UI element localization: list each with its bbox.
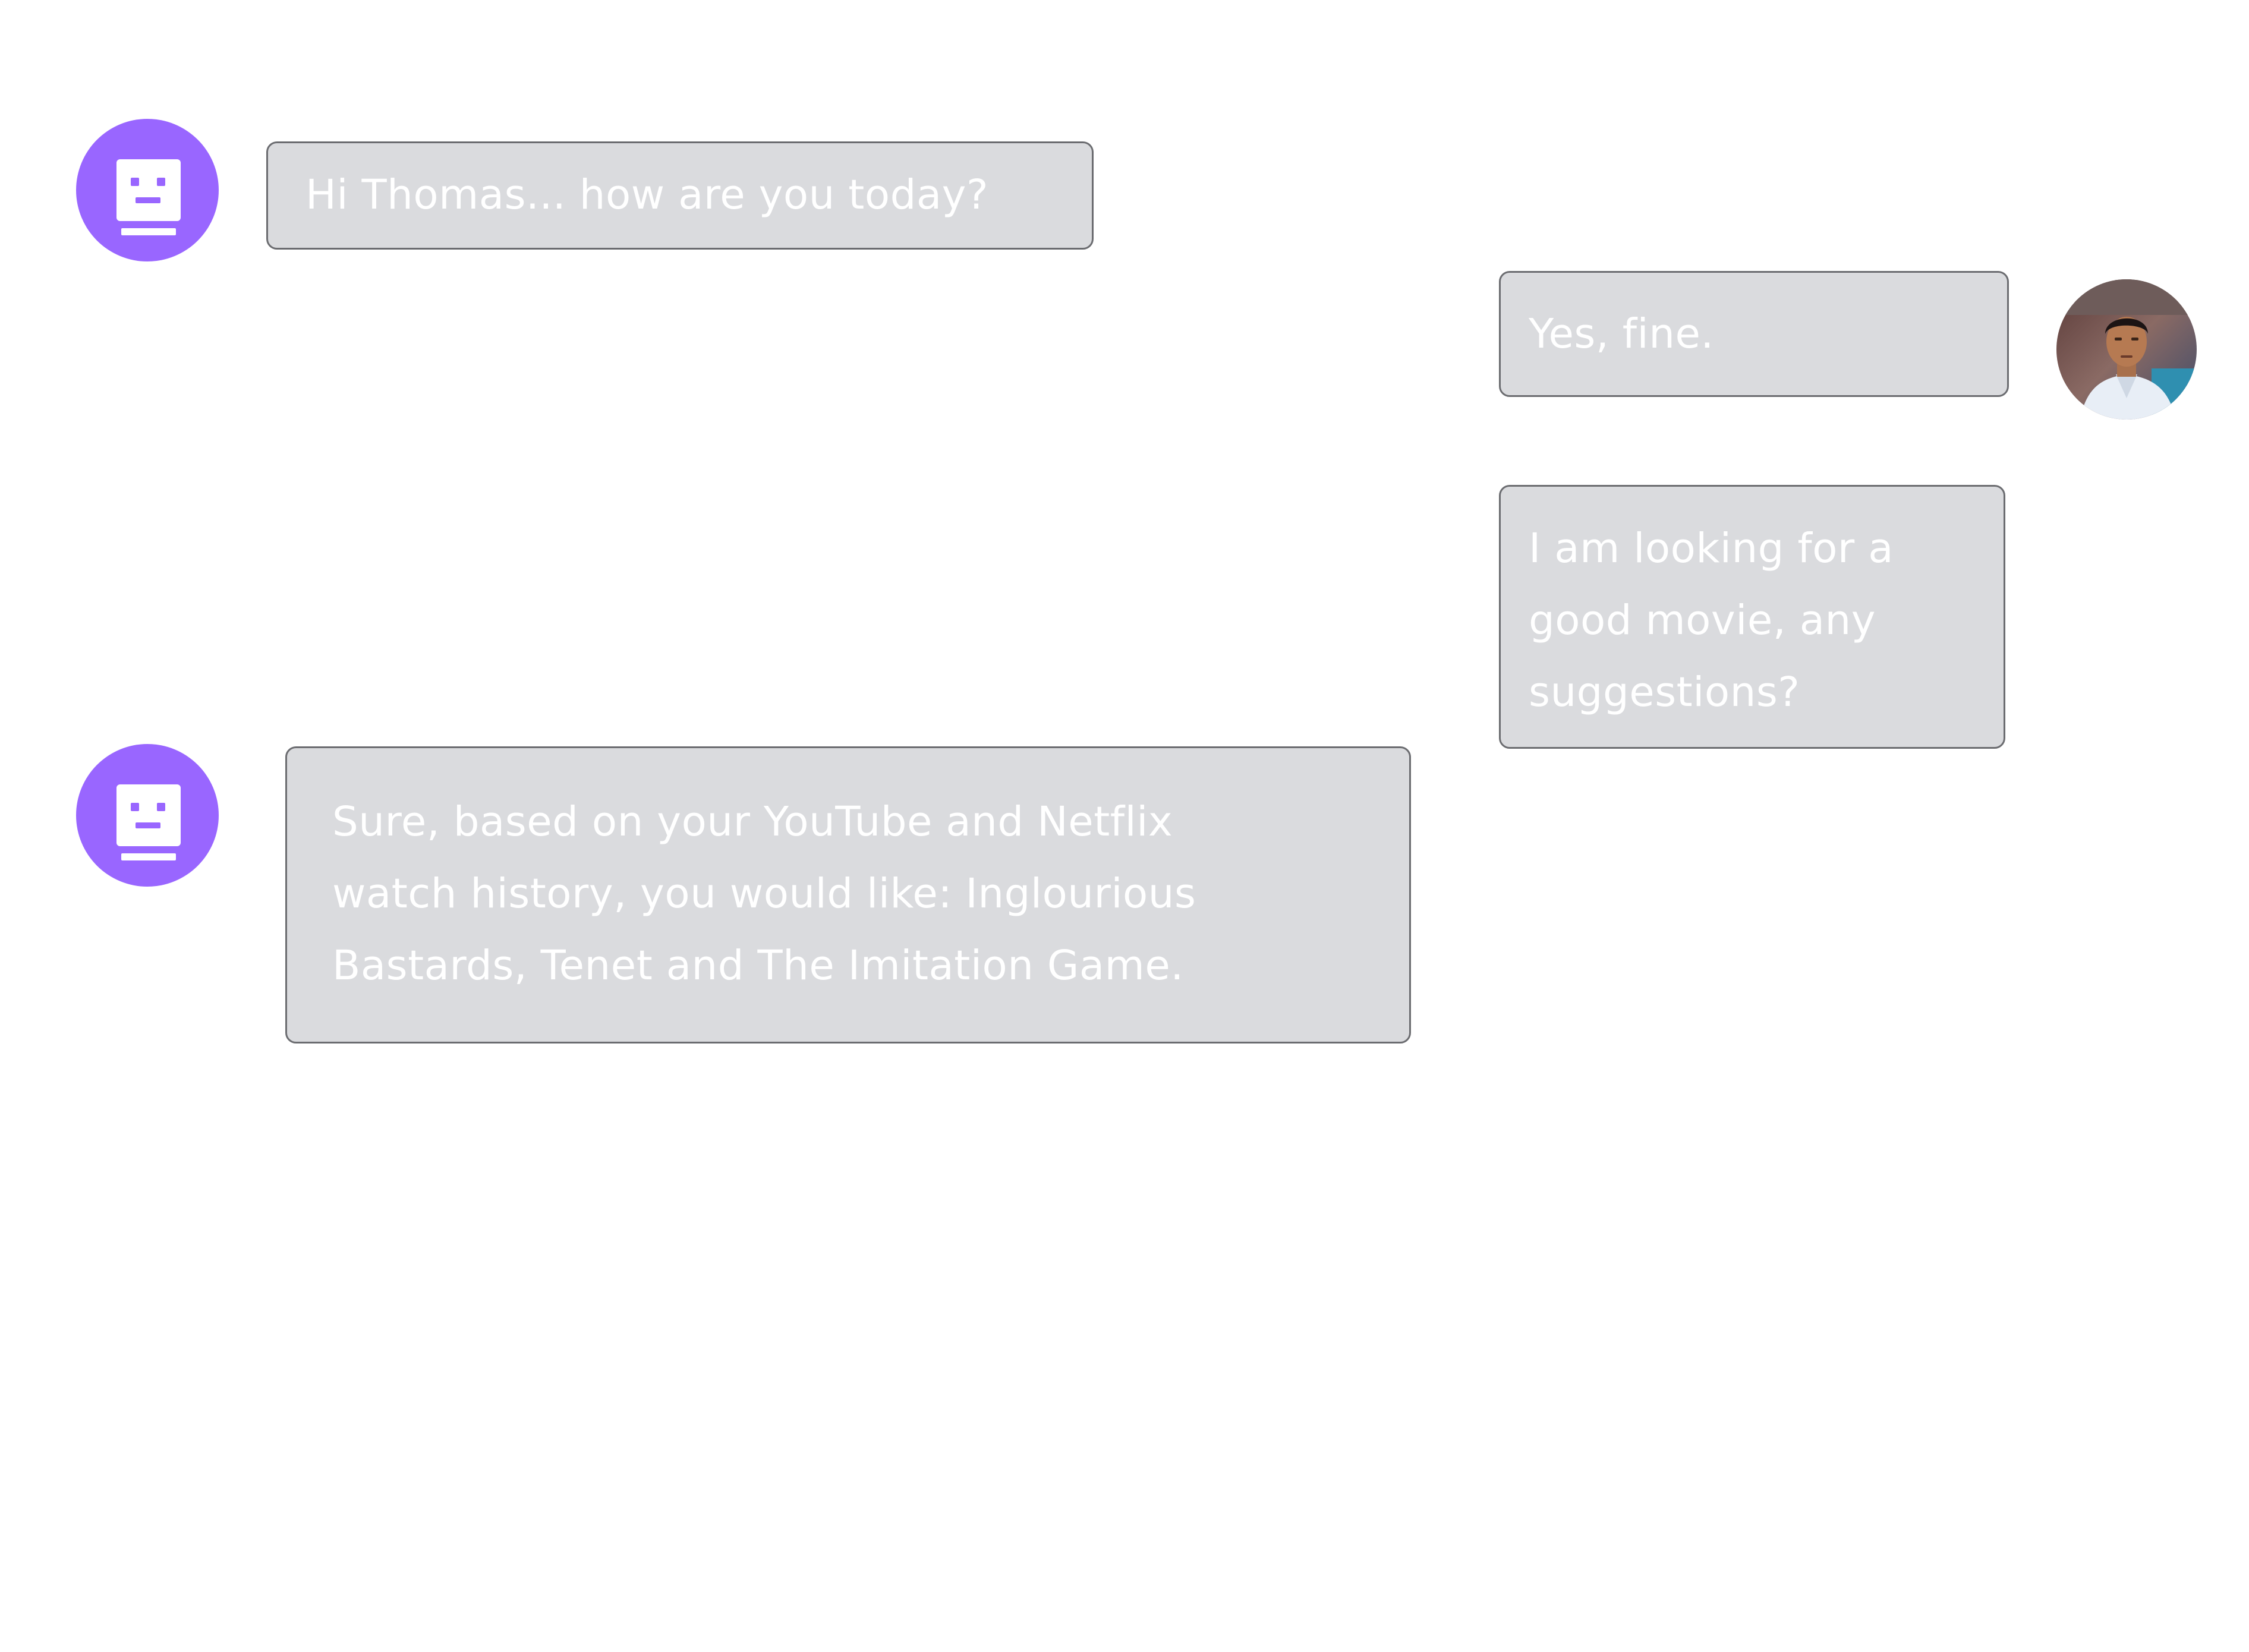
message-bubble-bot: Hi Thomas... how are you today? [266, 141, 1094, 250]
message-bubble-user: I am looking for a good movie, any sugge… [1499, 485, 2005, 749]
message-text-line: suggestions? [1529, 669, 1800, 716]
user-photo-avatar [2056, 279, 2197, 420]
message-text-line: Sure, based on your YouTube and Netflix [332, 798, 1173, 846]
message-text-line: Hi Thomas... how are you today? [305, 171, 989, 219]
bot-avatar [76, 744, 219, 887]
robot-face-icon [116, 784, 181, 860]
bot-avatar [76, 119, 219, 261]
message-text-line: Bastards, Tenet and The Imitation Game. [332, 942, 1184, 989]
user-avatar[interactable] [2056, 279, 2197, 420]
message-text-line: good movie, any [1529, 597, 1876, 644]
message-bubble-bot: Sure, based on your YouTube and Netflix … [285, 746, 1411, 1043]
message-text-line: Yes, fine. [1529, 310, 1714, 358]
message-bubble-user: Yes, fine. [1499, 271, 2009, 397]
message-text-line: I am looking for a [1529, 525, 1894, 572]
message-text-line: watch history, you would like: Inglourio… [332, 870, 1196, 918]
robot-face-icon [116, 159, 181, 235]
